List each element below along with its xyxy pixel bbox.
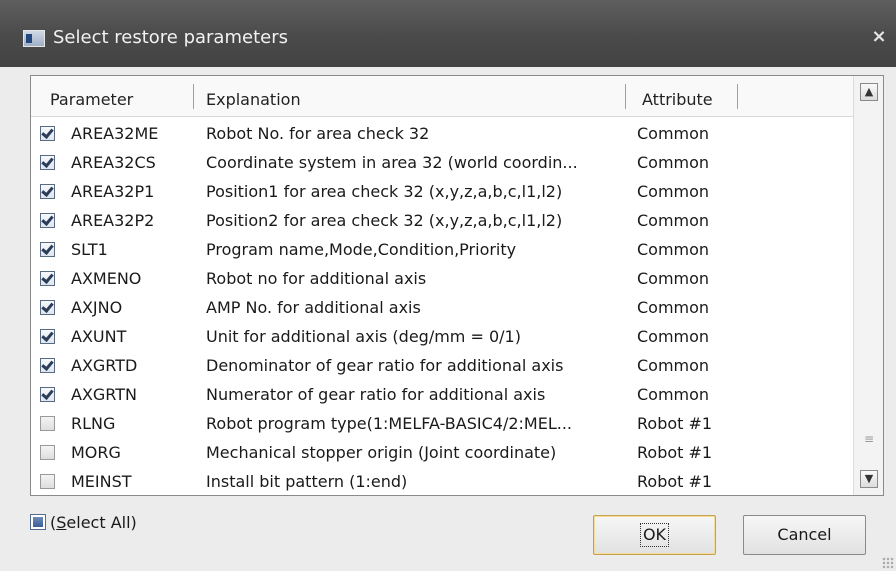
scroll-down-icon[interactable]: ▼	[860, 470, 878, 488]
attribute-cell: Robot #1	[637, 414, 713, 433]
attribute-cell: Common	[637, 240, 710, 259]
table-row[interactable]: MORG Mechanical stopper origin (Joint coo…	[31, 439, 853, 468]
ok-button-label: OK	[639, 523, 670, 547]
explanation-cell: Numerator of gear ratio for additional a…	[206, 385, 546, 404]
param-cell: AREA32P2	[71, 211, 155, 230]
attribute-cell: Common	[637, 124, 710, 143]
row-checkbox[interactable]	[40, 416, 55, 431]
attribute-cell: Robot #1	[637, 472, 713, 491]
attribute-cell: Common	[637, 269, 710, 288]
explanation-cell: Robot no for additional axis	[206, 269, 427, 288]
param-cell: AXMENO	[71, 269, 142, 288]
explanation-cell: AMP No. for additional axis	[206, 298, 421, 317]
row-checkbox[interactable]	[40, 445, 55, 460]
table-row[interactable]: AREA32CS Coordinate system in area 32 (wo…	[31, 149, 853, 178]
cancel-button[interactable]: Cancel	[743, 515, 866, 555]
explanation-cell: Denominator of gear ratio for additional…	[206, 356, 564, 375]
attribute-cell: Common	[637, 182, 710, 201]
param-cell: AREA32ME	[71, 124, 159, 143]
row-checkbox[interactable]	[40, 300, 55, 315]
attribute-cell: Common	[637, 153, 710, 172]
table-row[interactable]: SLT1 Program name,Mode,Condition,Priority…	[31, 236, 853, 265]
resize-grip-icon[interactable]	[882, 557, 894, 569]
table-row[interactable]: AXMENO Robot no for additional axis Common	[31, 265, 853, 294]
attribute-cell: Common	[637, 385, 710, 404]
explanation-cell: Program name,Mode,Condition,Priority	[206, 240, 517, 259]
scroll-grip-icon[interactable]: ≡	[863, 433, 875, 445]
table-row[interactable]: AREA32P2 Position2 for area check 32 (x,y…	[31, 207, 853, 236]
explanation-cell: Unit for additional axis (deg/mm = 0/1)	[206, 327, 521, 346]
select-all-label-rest: elect All)	[66, 513, 137, 532]
dialog-title: Select restore parameters	[53, 27, 288, 48]
explanation-cell: Position2 for area check 32 (x,y,z,a,b,c…	[206, 211, 563, 230]
column-divider[interactable]	[737, 84, 738, 109]
attribute-cell: Robot #1	[637, 443, 713, 462]
explanation-cell: Mechanical stopper origin (Joint coordin…	[206, 443, 557, 462]
parameter-grid: Parameter Explanation Attribute AREA32ME…	[30, 75, 884, 496]
grid-header: Parameter Explanation Attribute	[31, 76, 853, 117]
table-row[interactable]: AXGRTD Denominator of gear ratio for addi…	[31, 352, 853, 381]
explanation-cell: Robot No. for area check 32	[206, 124, 430, 143]
table-row[interactable]: AREA32P1 Position1 for area check 32 (x,y…	[31, 178, 853, 207]
param-cell: RLNG	[71, 414, 116, 433]
table-row[interactable]: MEINST Install bit pattern (1:end) Robot #…	[31, 468, 853, 495]
table-row[interactable]: RLNG Robot program type(1:MELFA-BASIC4/2:…	[31, 410, 853, 439]
row-checkbox[interactable]	[40, 329, 55, 344]
param-cell: AXGRTN	[71, 385, 137, 404]
row-checkbox[interactable]	[40, 358, 55, 373]
column-divider[interactable]	[193, 84, 194, 109]
param-cell: AREA32CS	[71, 153, 156, 172]
param-cell: SLT1	[71, 240, 108, 259]
row-checkbox[interactable]	[40, 474, 55, 489]
param-cell: MORG	[71, 443, 121, 462]
select-all-accelerator: S	[56, 513, 67, 532]
vertical-scrollbar[interactable]: ▲ ≡ ▼	[853, 76, 883, 495]
param-cell: AXUNT	[71, 327, 127, 346]
attribute-cell: Common	[637, 211, 710, 230]
explanation-cell: Coordinate system in area 32 (world coor…	[206, 153, 578, 172]
scroll-up-icon[interactable]: ▲	[860, 83, 878, 101]
row-checkbox[interactable]	[40, 213, 55, 228]
param-cell: MEINST	[71, 472, 132, 491]
column-header-explanation[interactable]: Explanation	[206, 76, 301, 116]
table-row[interactable]: AREA32ME Robot No. for area check 32 Commo…	[31, 120, 853, 149]
select-all-checkbox-box[interactable]	[30, 514, 46, 530]
row-checkbox[interactable]	[40, 387, 55, 402]
ok-button[interactable]: OK	[593, 515, 716, 555]
explanation-cell: Position1 for area check 32 (x,y,z,a,b,c…	[206, 182, 563, 201]
attribute-cell: Common	[637, 298, 710, 317]
param-cell: AXGRTD	[71, 356, 138, 375]
title-bar[interactable]: Select restore parameters ×	[0, 0, 896, 67]
explanation-cell: Robot program type(1:MELFA-BASIC4/2:MEL.…	[206, 414, 572, 433]
param-cell: AREA32P1	[71, 182, 155, 201]
explanation-cell: Install bit pattern (1:end)	[206, 472, 408, 491]
app-window-icon	[23, 30, 45, 47]
row-checkbox[interactable]	[40, 184, 55, 199]
attribute-cell: Common	[637, 356, 710, 375]
row-checkbox[interactable]	[40, 242, 55, 257]
table-row[interactable]: AXGRTN Numerator of gear ratio for additi…	[31, 381, 853, 410]
attribute-cell: Common	[637, 327, 710, 346]
select-all-label[interactable]: (Select All)	[50, 513, 137, 533]
column-header-attribute[interactable]: Attribute	[642, 76, 713, 116]
row-checkbox[interactable]	[40, 271, 55, 286]
param-cell: AXJNO	[71, 298, 123, 317]
row-checkbox[interactable]	[40, 155, 55, 170]
table-row[interactable]: AXJNO AMP No. for additional axis Common	[31, 294, 853, 323]
table-row[interactable]: AXUNT Unit for additional axis (deg/mm = …	[31, 323, 853, 352]
row-checkbox[interactable]	[40, 126, 55, 141]
restore-parameters-dialog: Select restore parameters × Parameter Ex…	[0, 0, 896, 571]
column-divider[interactable]	[625, 84, 626, 109]
close-button[interactable]: ×	[870, 26, 888, 48]
column-header-parameter[interactable]: Parameter	[50, 76, 133, 116]
